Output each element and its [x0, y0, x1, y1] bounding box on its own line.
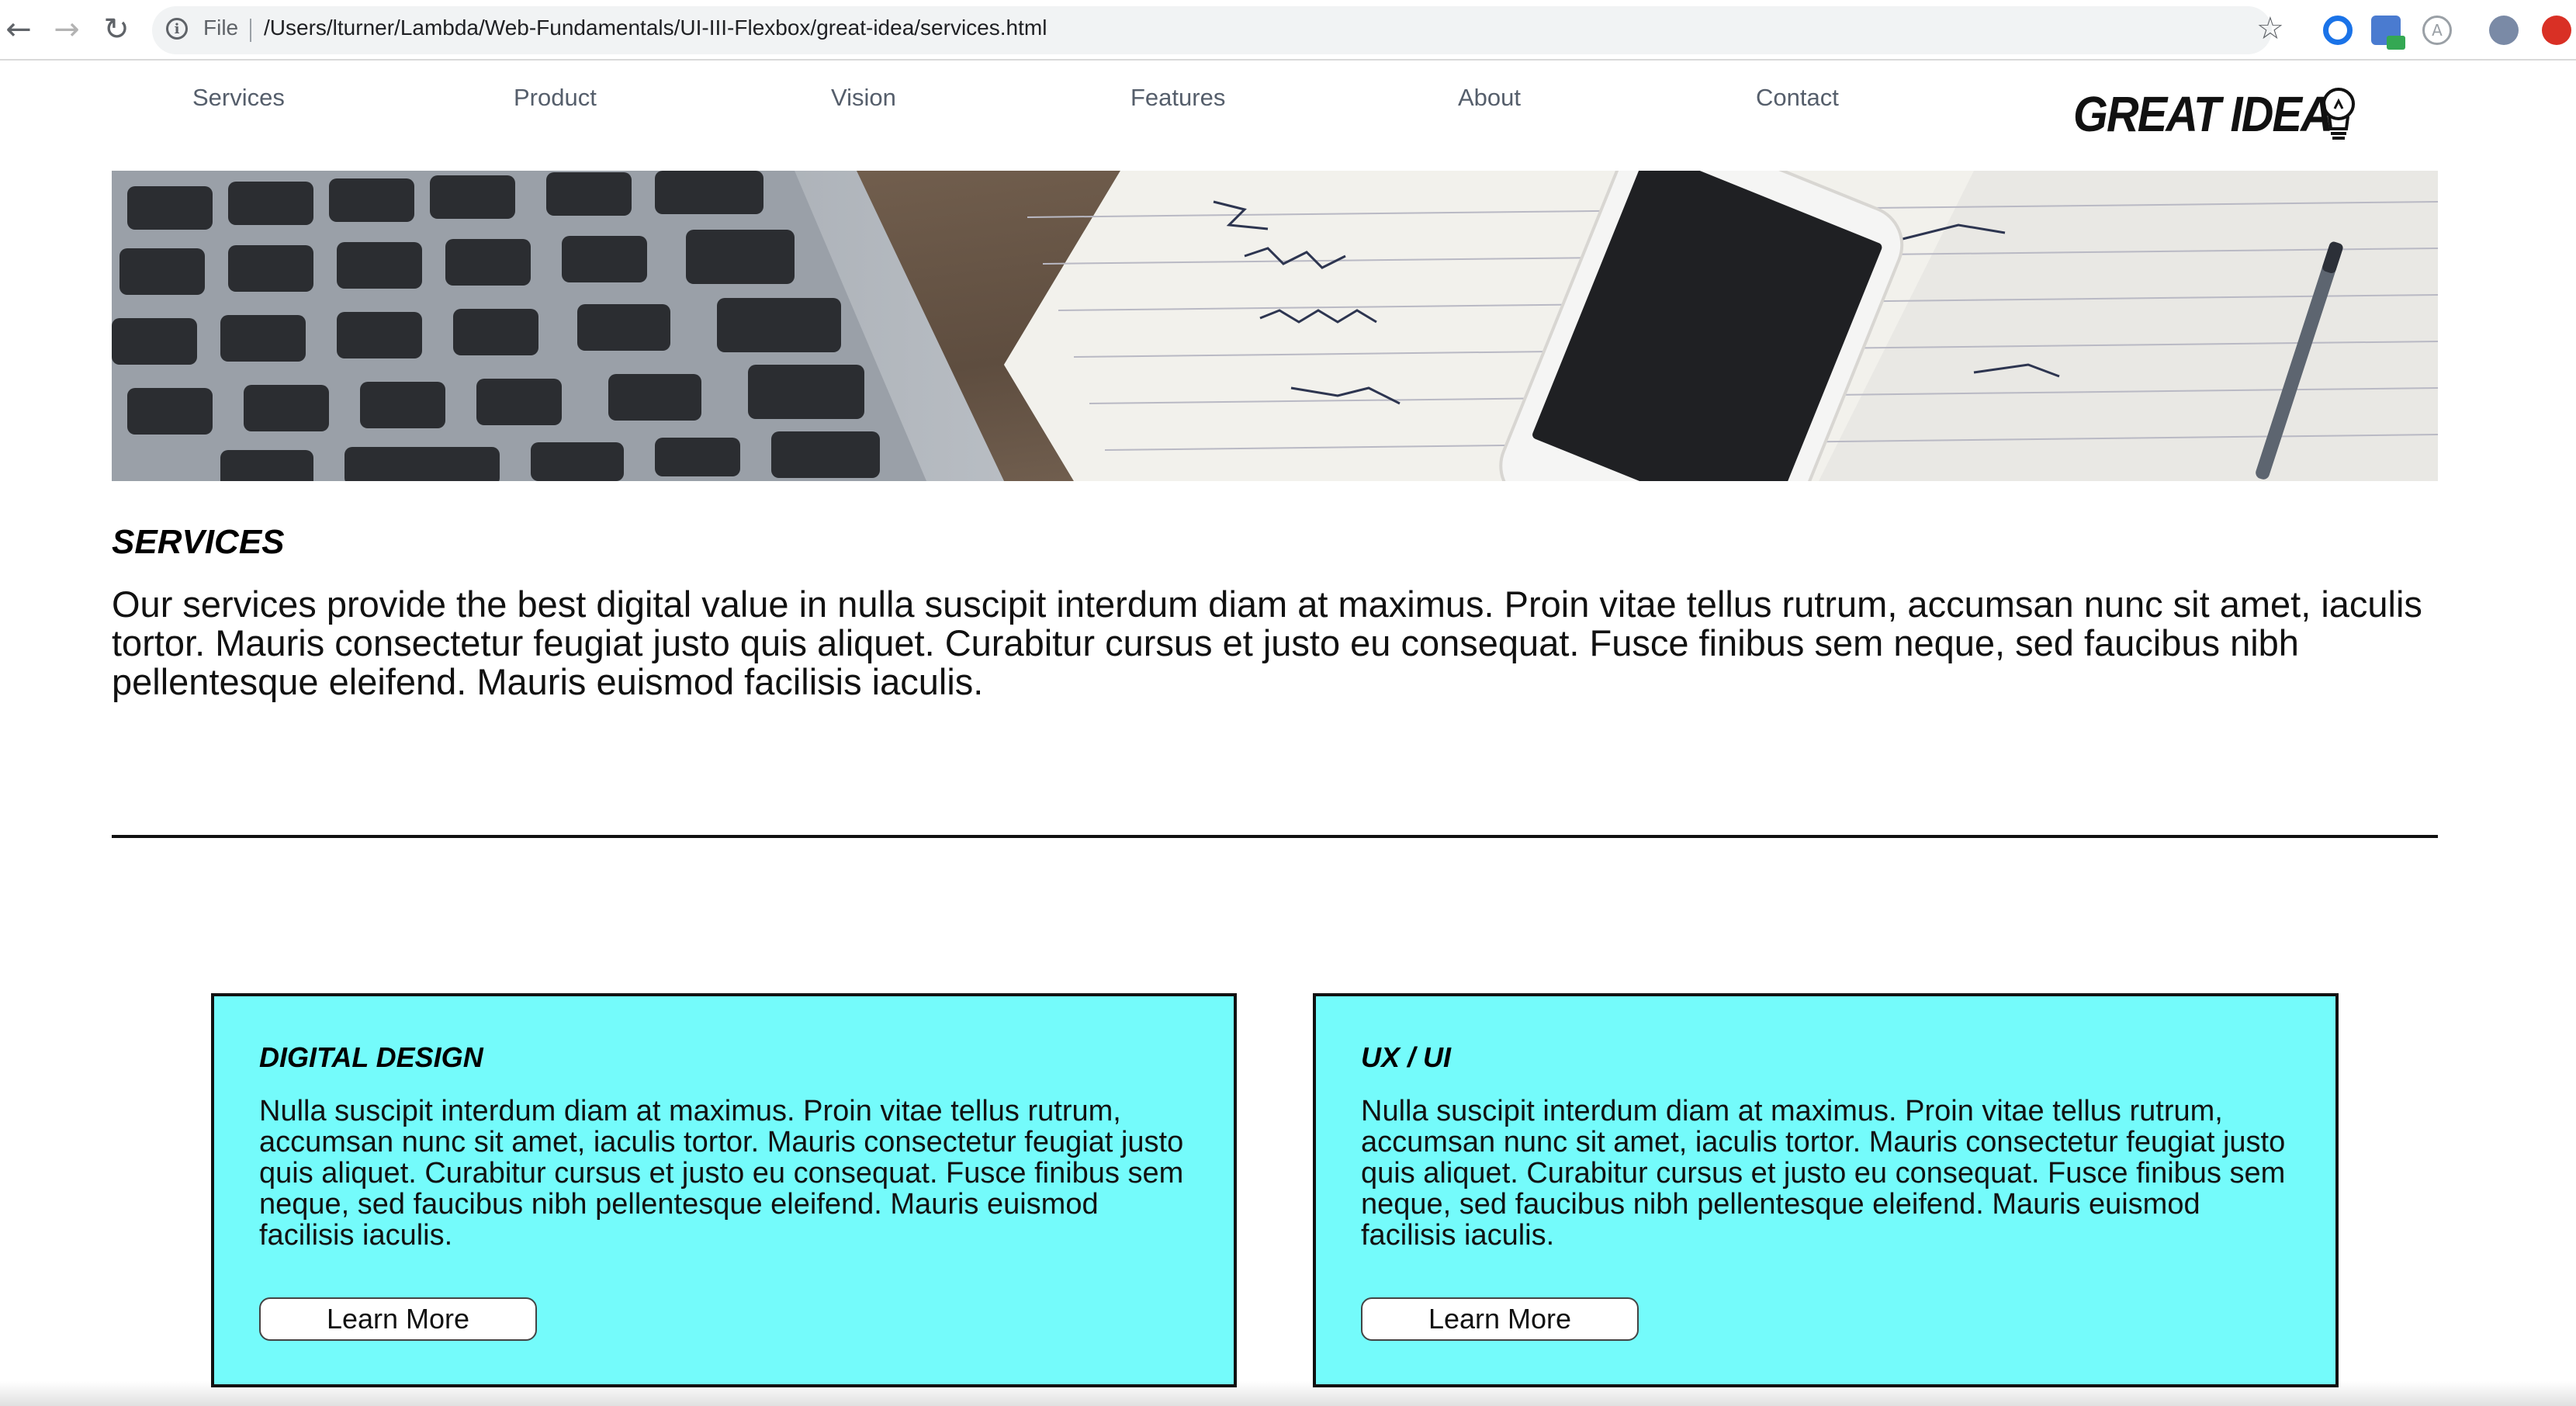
section-title: Services: [112, 523, 285, 561]
address-bar[interactable]: i File /Users/lturner/Lambda/Web-Fundame…: [152, 6, 2272, 54]
file-label: File: [203, 16, 239, 40]
nav-link-features[interactable]: Features: [1130, 84, 1225, 112]
hero-illustration: [112, 171, 2438, 481]
nav-link-about[interactable]: About: [1458, 84, 1521, 112]
extension-alert-icon[interactable]: [2542, 16, 2571, 45]
section-divider: [112, 835, 2438, 838]
nav-link-contact[interactable]: Contact: [1756, 84, 1839, 112]
section-intro: Our services provide the best digital va…: [112, 584, 2422, 702]
hero-image: [112, 171, 2438, 481]
service-card: UX / UI Nulla suscipit interdum diam at …: [1313, 993, 2339, 1387]
star-icon[interactable]: ☆: [2256, 11, 2284, 47]
site-nav: Services Product Vision Features About C…: [0, 62, 2576, 171]
nav-link-product[interactable]: Product: [514, 84, 597, 112]
card-title: UX / UI: [1361, 1041, 1452, 1073]
url-text[interactable]: /Users/lturner/Lambda/Web-Fundamentals/U…: [264, 16, 1047, 40]
omnibox-separator: [250, 19, 251, 42]
nav-link-vision[interactable]: Vision: [831, 84, 896, 112]
card-title: Digital Design: [259, 1041, 483, 1073]
forward-arrow-icon[interactable]: →: [48, 11, 85, 48]
card-text: Nulla suscipit interdum diam at maximus.…: [1361, 1095, 2286, 1252]
card-text: Nulla suscipit interdum diam at maximus.…: [259, 1095, 1184, 1252]
extension-a-icon[interactable]: A: [2422, 16, 2452, 45]
reload-icon[interactable]: ↻: [98, 11, 135, 48]
service-card: Digital Design Nulla suscipit interdum d…: [211, 993, 1237, 1387]
learn-more-button[interactable]: Learn More: [259, 1297, 537, 1341]
browser-toolbar: ← → ↻ i File /Users/lturner/Lambda/Web-F…: [0, 0, 2576, 61]
logo-text[interactable]: GREAT IDEA: [2073, 85, 2333, 143]
info-icon[interactable]: i: [166, 18, 188, 40]
lightbulb-icon: [2322, 88, 2355, 140]
extension-chat-icon[interactable]: [2371, 16, 2405, 50]
profile-avatar-icon[interactable]: [2489, 16, 2519, 45]
nav-link-services[interactable]: Services: [192, 84, 285, 112]
learn-more-button[interactable]: Learn More: [1361, 1297, 1639, 1341]
back-arrow-icon[interactable]: ←: [0, 11, 37, 48]
viewport-bottom-shadow: [0, 1381, 2576, 1406]
extension-ring-icon[interactable]: [2323, 16, 2353, 45]
